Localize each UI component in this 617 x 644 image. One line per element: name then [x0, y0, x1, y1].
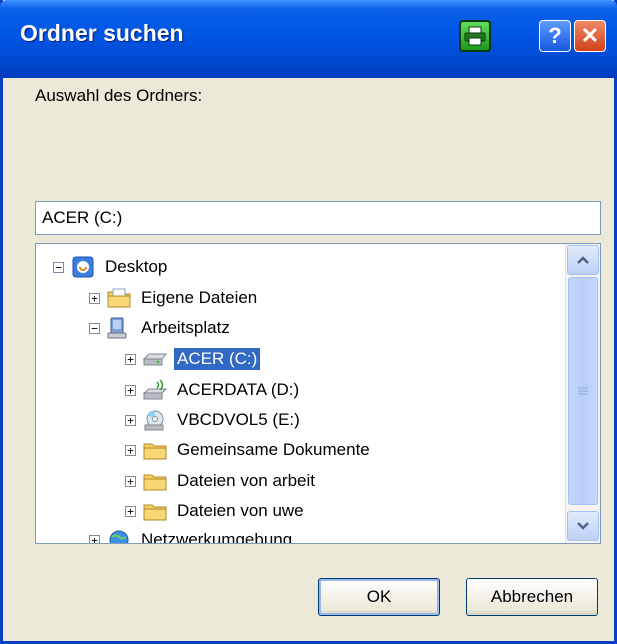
tree-item-dateien-von-uwe[interactable]: + Dateien von uwe: [125, 496, 307, 526]
tree-item-label: Dateien von uwe: [177, 501, 304, 520]
printer-icon: [464, 26, 486, 46]
tree-list: − Desktop + Eigene Dateien − Arbeitsplat…: [36, 244, 566, 543]
chevron-up-icon: [577, 256, 589, 264]
collapse-icon[interactable]: −: [89, 322, 100, 334]
tree-item-label: ACERDATA (D:): [177, 380, 300, 399]
chevron-down-icon: [577, 522, 589, 530]
folder-path-field[interactable]: ACER (C:): [35, 201, 601, 235]
tree-item-acerdata-d[interactable]: + ACERDATA (D:): [125, 375, 302, 405]
title-bar[interactable]: Ordner suchen ? ✕: [0, 0, 617, 78]
folder-icon: [143, 504, 167, 521]
tree-item-vbcdvol5-e[interactable]: + VBCDVOL5 (E:): [125, 405, 303, 435]
tree-item-gemeinsame-dokumente[interactable]: + Gemeinsame Dokumente: [125, 435, 373, 465]
expand-icon[interactable]: +: [125, 475, 136, 487]
folder-tree[interactable]: − Desktop + Eigene Dateien − Arbeitsplat…: [35, 243, 601, 544]
expand-icon[interactable]: +: [89, 292, 100, 304]
tree-item-acer-c[interactable]: + ACER (C:): [125, 344, 261, 374]
expand-icon[interactable]: +: [89, 534, 100, 543]
tree-scrollbar[interactable]: [565, 244, 600, 543]
folder-icon: [143, 474, 167, 491]
help-icon: ?: [548, 23, 562, 48]
tree-item-netzwerkumgebung[interactable]: + Netzwerkumgebung: [89, 525, 295, 543]
expand-icon[interactable]: +: [125, 384, 136, 396]
desktop-icon: [72, 256, 94, 278]
expand-icon[interactable]: +: [125, 505, 136, 517]
network-icon: [109, 530, 129, 543]
close-icon: ✕: [580, 23, 600, 48]
computer-icon: [107, 317, 127, 339]
expand-icon[interactable]: +: [125, 353, 136, 365]
expand-icon[interactable]: +: [125, 444, 136, 456]
tree-item-desktop[interactable]: − Desktop: [53, 252, 170, 282]
tree-item-label: Arbeitsplatz: [141, 318, 230, 337]
hard-drive-icon: [142, 353, 168, 366]
folder-icon: [143, 443, 167, 460]
tree-item-label: Eigene Dateien: [141, 288, 258, 307]
cancel-button[interactable]: Abbrechen: [466, 578, 598, 616]
tree-item-arbeitsplatz[interactable]: − Arbeitsplatz: [89, 313, 233, 343]
help-button[interactable]: ?: [539, 20, 571, 52]
scroll-thumb[interactable]: [568, 277, 598, 505]
printer-button[interactable]: [459, 20, 491, 52]
tree-item-label: ACER (C:): [174, 348, 261, 370]
tree-item-label: Gemeinsame Dokumente: [177, 440, 370, 459]
collapse-icon[interactable]: −: [53, 261, 64, 273]
scroll-up-button[interactable]: [567, 245, 599, 275]
tree-item-eigene-dateien[interactable]: + Eigene Dateien: [89, 283, 260, 313]
tree-item-label: Dateien von arbeit: [177, 471, 315, 490]
expand-icon[interactable]: +: [125, 414, 136, 426]
window-title: Ordner suchen: [20, 20, 184, 46]
tree-item-dateien-von-arbeit[interactable]: + Dateien von arbeit: [125, 466, 318, 496]
ok-button[interactable]: OK: [318, 578, 440, 616]
grip-icon: [578, 387, 588, 395]
folder-browse-dialog: Ordner suchen ? ✕ Auswahl des Ordners: A…: [0, 0, 617, 644]
close-button[interactable]: ✕: [574, 20, 606, 52]
removable-drive-icon: [142, 379, 168, 400]
scroll-down-button[interactable]: [567, 511, 599, 541]
documents-folder-icon: [107, 288, 131, 308]
tree-item-label: VBCDVOL5 (E:): [177, 410, 300, 429]
cd-drive-icon: [144, 410, 164, 431]
tree-item-label: Desktop: [105, 257, 168, 276]
instruction-label: Auswahl des Ordners:: [35, 86, 203, 105]
tree-item-label: Netzwerkumgebung: [141, 530, 293, 543]
